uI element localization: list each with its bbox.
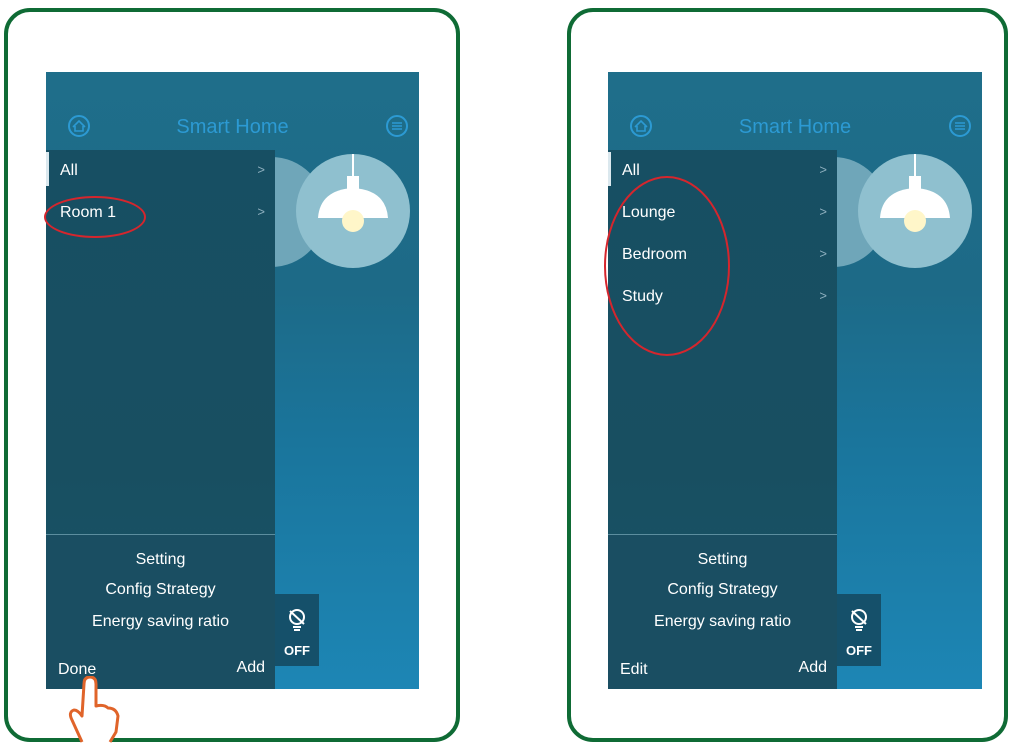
edit-button[interactable]: Edit (620, 661, 648, 679)
energy-saving-ratio-link[interactable]: Energy saving ratio (46, 613, 275, 631)
config-strategy-link[interactable]: Config Strategy (608, 581, 837, 599)
config-strategy-link[interactable]: Config Strategy (46, 581, 275, 599)
switch-state-label: OFF (846, 643, 872, 658)
room-label: All (60, 162, 78, 179)
menu-icon[interactable] (948, 114, 972, 138)
app-bar: Smart Home (608, 72, 982, 152)
device-tile-lamp[interactable] (296, 154, 410, 268)
app-title: Smart Home (738, 116, 852, 138)
add-button[interactable]: Add (799, 659, 827, 677)
switch-off-button[interactable]: OFF (275, 594, 319, 666)
drawer-footer: Setting Config Strategy Energy saving ra… (46, 534, 275, 689)
highlight-ellipse (44, 196, 146, 238)
left-phone-screen: Smart Home OFF All > Room 1 > Setting Co… (46, 72, 419, 689)
chevron-right-icon: > (257, 204, 265, 219)
pendant-lamp-icon (318, 154, 388, 232)
switch-off-button[interactable]: OFF (837, 594, 881, 666)
pointing-hand-icon (60, 675, 122, 745)
pendant-lamp-icon (880, 154, 950, 232)
right-phone-screen: Smart Home OFF All > Lounge > Bedroom > … (608, 72, 982, 689)
app-bar: Smart Home (46, 72, 419, 152)
highlight-ellipse (604, 176, 730, 356)
room-label: All (622, 162, 640, 179)
switch-state-label: OFF (284, 643, 310, 658)
room-item-all[interactable]: All > (46, 150, 275, 192)
setting-link[interactable]: Setting (46, 551, 275, 569)
chevron-right-icon: > (257, 162, 265, 177)
device-tile-lamp[interactable] (858, 154, 972, 268)
chevron-right-icon: > (819, 204, 827, 219)
bulb-off-icon (851, 609, 867, 631)
app-title: Smart Home (176, 116, 289, 138)
chevron-right-icon: > (819, 246, 827, 261)
drawer-footer: Setting Config Strategy Energy saving ra… (608, 534, 837, 689)
menu-icon[interactable] (385, 114, 409, 138)
energy-saving-ratio-link[interactable]: Energy saving ratio (608, 613, 837, 631)
setting-link[interactable]: Setting (608, 551, 837, 569)
add-button[interactable]: Add (237, 659, 265, 677)
chevron-right-icon: > (819, 288, 827, 303)
bulb-off-icon (289, 609, 305, 631)
chevron-right-icon: > (819, 162, 827, 177)
